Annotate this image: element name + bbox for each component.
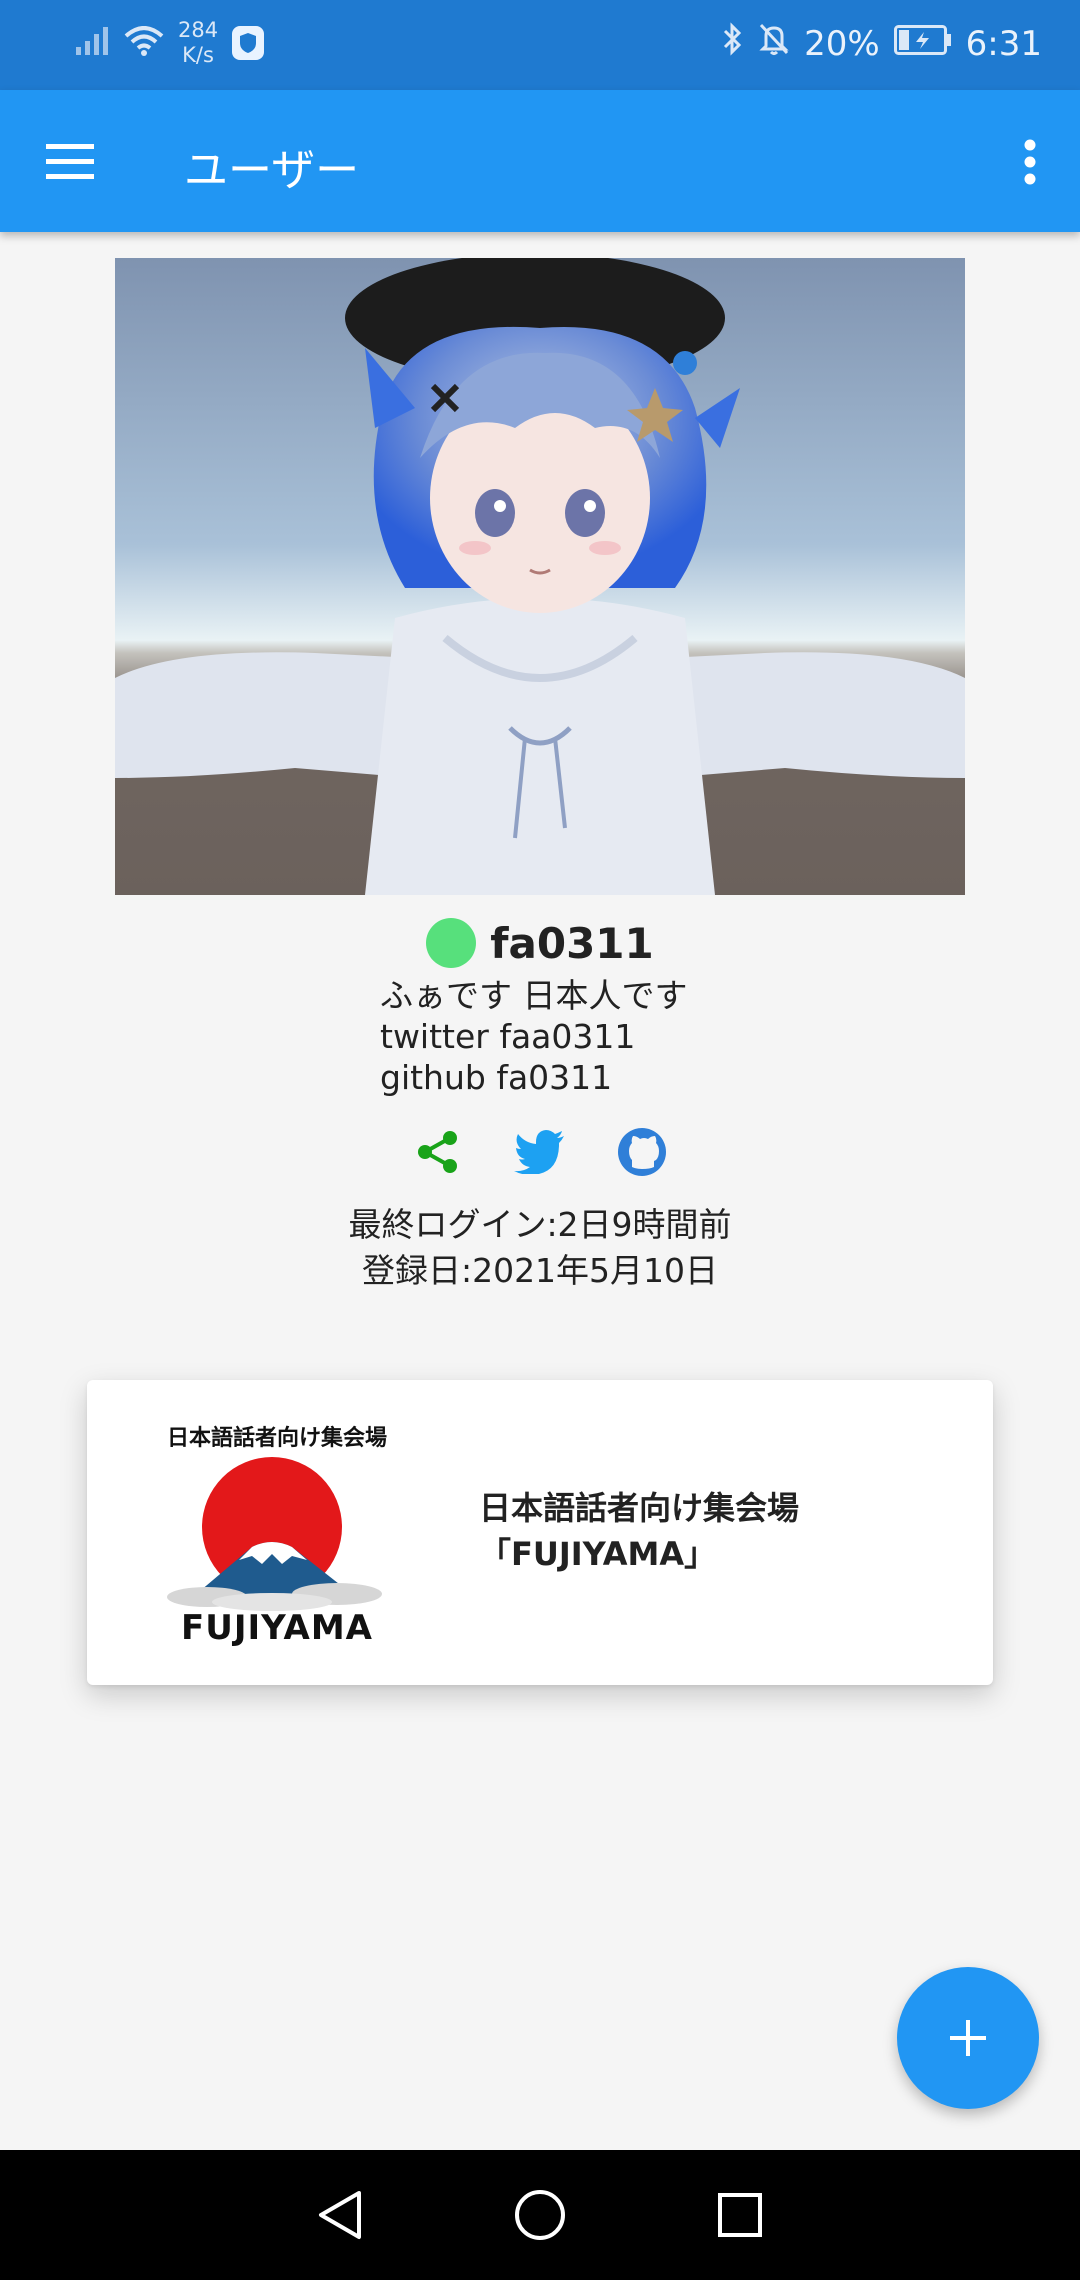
user-meta: 最終ログイン:2日9時間前 登録日:2021年5月10日 <box>0 1202 1080 1294</box>
avatar-image <box>115 258 965 895</box>
network-speed-unit: K/s <box>182 43 214 67</box>
battery-text: 20% <box>804 23 880 64</box>
network-speed: 284 K/s <box>178 18 218 68</box>
back-icon[interactable] <box>310 2185 370 2245</box>
plus-icon <box>950 2020 986 2056</box>
user-bio: ふぁです 日本人です twitter faa0311 github fa0311 <box>380 975 688 1098</box>
hamburger-icon <box>46 144 94 179</box>
status-left: 284 K/s <box>76 18 265 68</box>
more-vert-icon <box>1024 139 1036 185</box>
bluetooth-icon <box>722 22 744 65</box>
wifi-icon <box>124 26 164 60</box>
clock: 6:31 <box>965 23 1042 64</box>
recents-icon[interactable] <box>710 2185 770 2245</box>
social-links <box>0 1126 1080 1178</box>
status-right: 20% 6:31 <box>722 22 1042 65</box>
bio-line: github fa0311 <box>380 1058 613 1097</box>
battery-icon <box>893 24 952 64</box>
add-fab-button[interactable] <box>897 1967 1039 2109</box>
online-status-indicator <box>426 918 477 968</box>
app-bar: ユーザー <box>0 90 1080 232</box>
last-login: 最終ログイン:2日9時間前 <box>348 1205 732 1244</box>
signal-icon <box>76 27 110 59</box>
bio-line: ふぁです 日本人です <box>380 976 688 1015</box>
group-logo: 日本語話者向け集会場 FUJIYAMA <box>147 1420 407 1650</box>
overflow-menu-button[interactable] <box>1002 130 1058 194</box>
group-name-line: 日本語話者向け集会場 <box>479 1489 800 1527</box>
logo-word: FUJIYAMA <box>181 1608 373 1648</box>
username: fa0311 <box>490 918 654 968</box>
network-speed-value: 284 <box>178 18 219 42</box>
group-name: 日本語話者向け集会場 「FUJIYAMA」 <box>479 1485 919 1577</box>
menu-button[interactable] <box>38 130 102 194</box>
group-name-line: 「FUJIYAMA」 <box>479 1535 717 1573</box>
username-row: fa0311 <box>0 918 1080 968</box>
status-bar: 284 K/s 20% 6:31 <box>0 0 1080 90</box>
twitter-icon[interactable] <box>514 1126 566 1178</box>
bio-line: twitter faa0311 <box>380 1017 636 1056</box>
github-icon[interactable] <box>616 1126 668 1178</box>
system-nav-bar <box>0 2150 1080 2280</box>
share-icon[interactable] <box>412 1126 464 1178</box>
bell-off-icon <box>758 22 790 65</box>
logo-caption: 日本語話者向け集会場 <box>166 1426 387 1451</box>
shield-icon <box>232 26 265 60</box>
registration-date: 登録日:2021年5月10日 <box>361 1251 719 1290</box>
home-icon[interactable] <box>510 2185 570 2245</box>
group-card[interactable]: 日本語話者向け集会場 FUJIYAMA 日本語話者向け集会場 「FUJIYAMA… <box>87 1380 993 1685</box>
page-title: ユーザー <box>184 145 360 196</box>
